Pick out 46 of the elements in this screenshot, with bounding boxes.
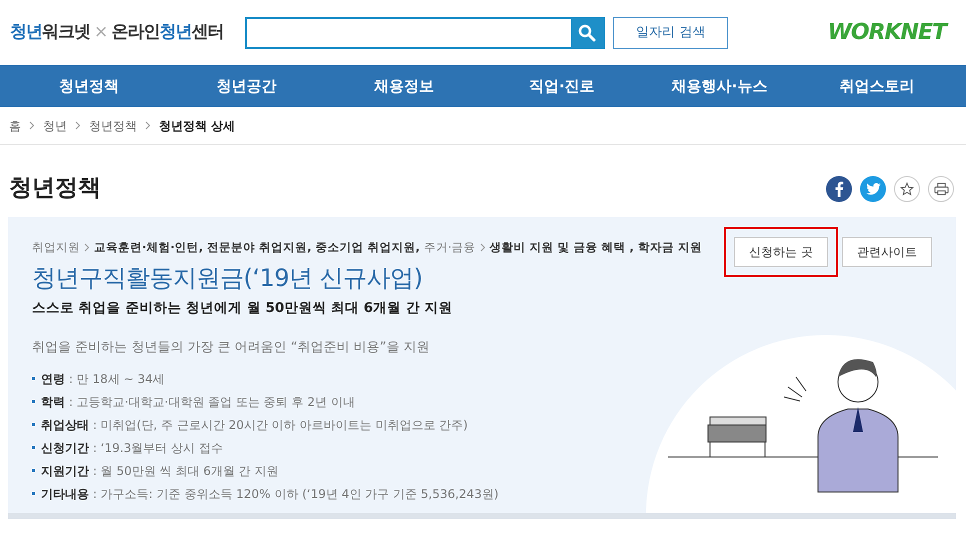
- bullet-icon: [32, 423, 35, 426]
- facebook-share-icon[interactable]: [826, 176, 852, 202]
- breadcrumb-link[interactable]: 홈: [9, 116, 21, 134]
- nav-link[interactable]: 직업·진로: [483, 74, 641, 98]
- detail-text: 신청기간 : ‘19.3월부터 상시 접수: [41, 440, 223, 457]
- chevron-icon: [84, 242, 90, 252]
- bullet-icon: [32, 492, 35, 496]
- chevron-icon: [29, 121, 35, 130]
- nav-link[interactable]: 청년정책: [10, 74, 168, 98]
- nav-link[interactable]: 채용행사·뉴스: [640, 74, 798, 98]
- detail-text: 지원기간 : 월 50만원 씩 최대 6개월 간 지원: [41, 462, 278, 480]
- category-link[interactable]: 교육훈련·체험·인턴, 전문분야 취업지원, 중소기업 취업지원,: [94, 238, 420, 256]
- bullet-icon: [32, 400, 35, 404]
- breadcrumb-link[interactable]: 청년정책 상세: [159, 116, 236, 134]
- bullet-icon: [32, 469, 35, 472]
- category-link[interactable]: 생활비 지원 및 금융 혜택 , 학자금 지원: [490, 238, 702, 256]
- nav-link[interactable]: 채용정보: [325, 74, 484, 98]
- chevron-icon: [480, 242, 486, 252]
- category-link[interactable]: 취업지원: [32, 238, 80, 256]
- search-button[interactable]: [571, 18, 604, 46]
- detail-text: 취업상태 : 미취업(단, 주 근로시간 20시간 이하 아르바이트는 미취업으로 간주): [41, 416, 468, 434]
- link-button[interactable]: 관련사이트: [842, 236, 932, 267]
- brand-logo[interactable]: WORKNET: [828, 16, 946, 49]
- nav-link[interactable]: 취업스토리: [798, 74, 956, 98]
- link-button[interactable]: 신청하는 곳: [734, 236, 828, 267]
- breadcrumb-link[interactable]: 청년: [43, 116, 67, 134]
- page-title: 청년정책: [9, 175, 101, 203]
- chevron-icon: [75, 121, 81, 130]
- detail-text: 학력 : 고등학교·대학교·대학원 졸업 또는 중퇴 후 2년 이내: [41, 394, 355, 411]
- detail-text: 연령 : 만 18세 ~ 34세: [41, 370, 165, 388]
- bullet-icon: [32, 377, 35, 380]
- detail-text: 기타내용 : 가구소득: 기준 중위소득 120% 이하 (‘19년 4인 가구 기준 5,536,243원): [41, 486, 499, 503]
- policy-summary: 취업을 준비하는 청년들의 가장 큰 어려움인 “취업준비 비용”을 지원: [32, 339, 431, 358]
- category-link[interactable]: 주거·금융: [424, 238, 476, 256]
- print-icon[interactable]: [928, 176, 954, 202]
- search-icon: [578, 24, 596, 42]
- search-field[interactable]: [245, 16, 606, 48]
- chevron-icon: [145, 121, 151, 130]
- nav-link[interactable]: 청년공간: [168, 74, 326, 98]
- bullet-icon: [32, 446, 35, 450]
- policy-title: 청년구직활동지원금(‘19년 신규사업): [32, 262, 424, 294]
- twitter-share-icon[interactable]: [860, 176, 886, 202]
- policy-subtitle: 스스로 취업을 준비하는 청년에게 월 50만원씩 최대 6개월 간 지원: [32, 298, 454, 318]
- breadcrumb-link[interactable]: 청년정책: [89, 116, 137, 134]
- site-logo[interactable]: 청년워크넷 × 온라인청년센터: [10, 20, 224, 46]
- job-search-button[interactable]: 일자리 검색: [613, 16, 728, 48]
